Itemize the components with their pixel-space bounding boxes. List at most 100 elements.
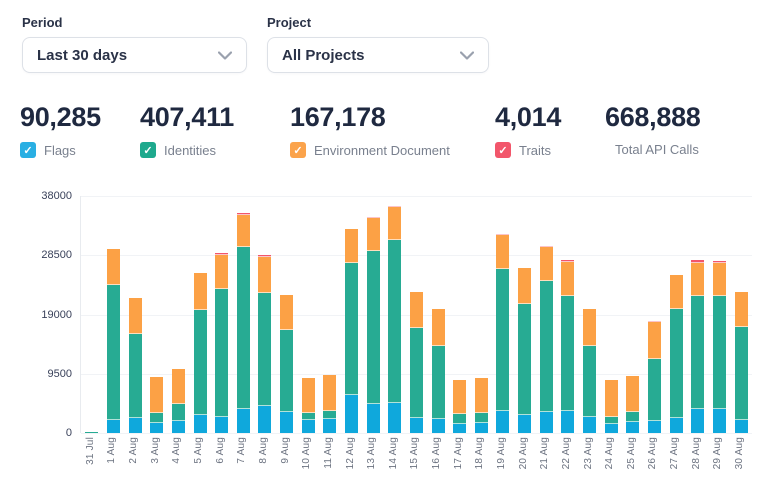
stat-flags: 90,285 ✓ Flags (20, 102, 140, 158)
project-label: Project (267, 15, 489, 30)
x-slot: 30 Aug (729, 437, 751, 485)
stacked-bar-26-aug[interactable] (648, 321, 661, 433)
stacked-bar-10-aug[interactable] (302, 378, 315, 433)
stacked-bar-4-aug[interactable] (172, 369, 185, 433)
bar-segment-environment-document (583, 309, 596, 346)
bar-slot (514, 196, 536, 433)
bar-slot (103, 196, 125, 433)
x-tick-label: 10 Aug (302, 437, 312, 469)
bar-segment-identities (85, 432, 98, 433)
stacked-bar-15-aug[interactable] (410, 292, 423, 433)
bar-segment-identities (302, 413, 315, 420)
stacked-bar-31-jul[interactable] (85, 432, 98, 433)
bar-segment-identities (735, 327, 748, 421)
bar-segment-environment-document (605, 380, 618, 417)
stacked-bar-16-aug[interactable] (432, 309, 445, 433)
bar-segment-identities (215, 289, 228, 417)
bar-segment-identities (518, 304, 531, 415)
x-tick-label: 7 Aug (237, 437, 247, 464)
x-slot: 19 Aug (491, 437, 513, 485)
x-slot: 21 Aug (534, 437, 556, 485)
bar-segment-environment-document (670, 275, 683, 309)
stacked-bar-5-aug[interactable] (194, 273, 207, 433)
x-tick-label: 8 Aug (259, 437, 269, 464)
stacked-bar-18-aug[interactable] (475, 378, 488, 433)
bar-segment-identities (475, 413, 488, 423)
stacked-bar-7-aug[interactable] (237, 213, 250, 433)
bar-segment-flags (367, 404, 380, 433)
x-slot: 6 Aug (210, 437, 232, 485)
stacked-bar-9-aug[interactable] (280, 295, 293, 433)
traits-checkbox[interactable]: ✓ (495, 142, 511, 158)
bar-segment-environment-document (323, 375, 336, 411)
x-tick-label: 29 Aug (713, 437, 723, 469)
stacked-bar-23-aug[interactable] (583, 309, 596, 433)
bar-segment-flags (410, 418, 423, 433)
stacked-bar-20-aug[interactable] (518, 268, 531, 433)
bar-segment-flags (237, 409, 250, 433)
bar-segment-environment-document (453, 380, 466, 415)
bar-slot (211, 196, 233, 433)
x-slot: 18 Aug (470, 437, 492, 485)
bar-slot (471, 196, 493, 433)
stacked-bar-3-aug[interactable] (150, 377, 163, 433)
stacked-bar-8-aug[interactable] (258, 255, 271, 433)
bar-segment-environment-document (150, 377, 163, 413)
stacked-bar-14-aug[interactable] (388, 206, 401, 433)
x-axis: 31 Jul1 Aug2 Aug3 Aug4 Aug5 Aug6 Aug7 Au… (80, 437, 751, 485)
x-slot: 29 Aug (708, 437, 730, 485)
bar-segment-flags (194, 415, 207, 433)
identities-count: 407,411 (140, 102, 290, 133)
stacked-bar-1-aug[interactable] (107, 249, 120, 433)
bar-segment-flags (691, 409, 704, 433)
bar-segment-identities (432, 346, 445, 419)
gridline (81, 433, 752, 434)
identities-checkbox[interactable]: ✓ (140, 142, 156, 158)
x-tick-label: 14 Aug (389, 437, 399, 469)
bar-segment-flags (605, 424, 618, 433)
period-select[interactable]: Last 30 days (22, 37, 247, 73)
x-tick-label: 22 Aug (562, 437, 572, 469)
bar-slot (449, 196, 471, 433)
api-usage-chart: 09500190002850038000 31 Jul1 Aug2 Aug3 A… (0, 190, 780, 490)
usage-dashboard: Period Last 30 days Project All Projects… (0, 0, 780, 501)
bar-segment-environment-document (410, 292, 423, 327)
stacked-bar-19-aug[interactable] (496, 234, 509, 433)
bar-segment-identities (561, 296, 574, 411)
project-select[interactable]: All Projects (267, 37, 489, 73)
stacked-bar-22-aug[interactable] (561, 260, 574, 433)
stacked-bar-17-aug[interactable] (453, 380, 466, 433)
stacked-bar-21-aug[interactable] (540, 246, 553, 433)
environment-document-checkbox[interactable]: ✓ (290, 142, 306, 158)
stacked-bar-27-aug[interactable] (670, 275, 683, 433)
stacked-bar-11-aug[interactable] (323, 375, 336, 433)
x-slot: 10 Aug (296, 437, 318, 485)
bar-segment-identities (605, 417, 618, 425)
stacked-bar-28-aug[interactable] (691, 260, 704, 433)
bar-segment-flags (626, 422, 639, 433)
bar-segment-flags (302, 420, 315, 433)
bar-segment-flags (583, 417, 596, 433)
stacked-bar-25-aug[interactable] (626, 376, 639, 433)
bar-segment-environment-document (626, 376, 639, 411)
x-slot: 26 Aug (643, 437, 665, 485)
bar-segment-flags (107, 420, 120, 433)
bar-segment-environment-document (475, 378, 488, 413)
x-tick-label: 30 Aug (735, 437, 745, 469)
x-slot: 13 Aug (361, 437, 383, 485)
stacked-bar-24-aug[interactable] (605, 380, 618, 433)
stacked-bar-30-aug[interactable] (735, 292, 748, 433)
bar-segment-identities (453, 414, 466, 424)
traits-label: Traits (519, 143, 551, 158)
bar-segment-identities (194, 310, 207, 415)
bar-segment-environment-document (432, 309, 445, 346)
stacked-bar-29-aug[interactable] (713, 261, 726, 433)
stacked-bar-6-aug[interactable] (215, 253, 228, 433)
flags-checkbox[interactable]: ✓ (20, 142, 36, 158)
bar-slot (362, 196, 384, 433)
stacked-bar-13-aug[interactable] (367, 217, 380, 433)
bar-segment-identities (150, 413, 163, 423)
bar-slot (319, 196, 341, 433)
stacked-bar-2-aug[interactable] (129, 298, 142, 433)
stacked-bar-12-aug[interactable] (345, 229, 358, 433)
